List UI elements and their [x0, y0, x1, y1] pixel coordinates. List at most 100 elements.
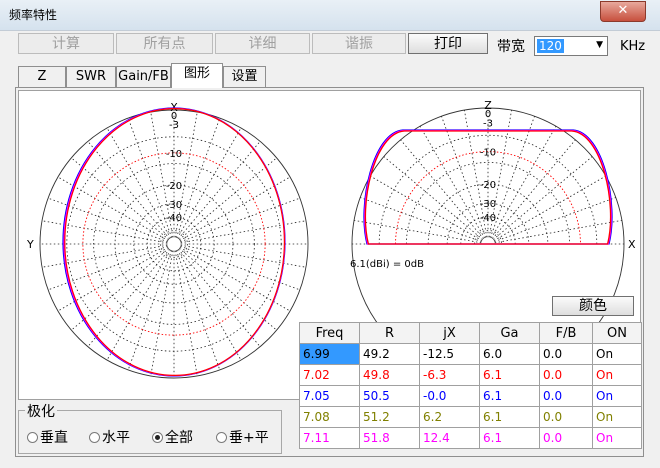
table-cell[interactable]: 0.0 — [539, 385, 593, 407]
bandwidth-select[interactable]: 120 ▼ — [534, 36, 608, 56]
table-cell[interactable]: 7.11 — [299, 427, 360, 449]
table-cell[interactable]: 6.0 — [479, 343, 540, 365]
table-cell[interactable]: 6.99 — [299, 343, 360, 365]
table-cell[interactable]: -12.5 — [419, 343, 480, 365]
ring-label: -3 — [483, 118, 493, 129]
table-cell[interactable]: 0.0 — [539, 343, 593, 365]
table-row[interactable]: 7.02 49.8 -6.3 6.1 0.0 On — [299, 364, 642, 386]
grid-spoke — [178, 157, 277, 240]
table-cell[interactable]: 6.1 — [479, 406, 540, 428]
table-cell[interactable]: 0.0 — [539, 406, 593, 428]
axis-label-z: Z — [484, 99, 492, 112]
polarization-label: 极化 — [25, 401, 57, 421]
radio-label: 垂+平 — [229, 430, 269, 446]
table-cell[interactable]: 49.8 — [359, 364, 420, 386]
table-cell[interactable]: 0.0 — [539, 364, 593, 386]
table-cell[interactable]: 12.4 — [419, 427, 480, 449]
radio-all[interactable]: 全部 — [152, 427, 193, 447]
grid-spoke — [106, 127, 171, 239]
radio-vertical-plus-horizontal[interactable]: 垂+平 — [216, 427, 269, 447]
ring-label: -30 — [166, 200, 182, 211]
radio-label: 全部 — [165, 430, 193, 446]
table-cell[interactable]: On — [592, 385, 642, 407]
polarization-group: 极化 垂直 水平 全部 垂+平 — [18, 401, 282, 454]
radio-indicator[interactable] — [152, 432, 163, 443]
column-header-on[interactable]: ON — [592, 322, 642, 344]
tab-z[interactable]: Z — [18, 66, 66, 87]
table-cell[interactable]: On — [592, 427, 642, 449]
column-header-freq[interactable]: Freq — [299, 322, 360, 344]
ring-label: -20 — [166, 181, 182, 192]
table-cell[interactable]: -0.0 — [419, 385, 480, 407]
grid-spoke — [494, 197, 616, 243]
ring-label: -3 — [169, 120, 179, 131]
grid-spoke — [175, 250, 221, 371]
ring-label: -40 — [166, 213, 182, 224]
table-cell[interactable]: On — [592, 343, 642, 365]
grid-spoke — [41, 220, 168, 244]
print-button[interactable]: 打印 — [408, 33, 488, 54]
all-points-button[interactable]: 所有点 — [116, 33, 213, 54]
ring-label: -40 — [480, 213, 496, 224]
table-cell[interactable]: 6.1 — [479, 385, 540, 407]
grid-ring — [160, 230, 188, 258]
close-button[interactable]: ✕ — [600, 1, 646, 22]
column-header-ga[interactable]: Ga — [479, 322, 540, 344]
grid-spoke — [178, 248, 277, 331]
table-cell[interactable]: 6.2 — [419, 406, 480, 428]
radio-vertical[interactable]: 垂直 — [27, 427, 68, 447]
grid-spoke — [175, 117, 221, 238]
radio-indicator[interactable] — [89, 432, 100, 443]
column-header-jx[interactable]: jX — [419, 322, 480, 344]
table-cell[interactable]: 7.05 — [299, 385, 360, 407]
calculate-button[interactable]: 计算 — [18, 33, 114, 54]
window-title: 频率特性 — [9, 8, 58, 22]
grid-spoke — [178, 141, 261, 240]
ring-label: -10 — [480, 148, 496, 159]
tab-settings[interactable]: 设置 — [223, 66, 266, 87]
table-cell[interactable]: 6.1 — [479, 427, 540, 449]
chevron-down-icon[interactable]: ▼ — [596, 40, 603, 50]
grid-spoke — [493, 175, 606, 241]
grid-spoke — [180, 197, 301, 243]
table-cell[interactable]: 51.8 — [359, 427, 420, 449]
table-row[interactable]: 6.99 49.2 -12.5 6.0 0.0 On — [299, 343, 642, 365]
table-cell[interactable]: 7.08 — [299, 406, 360, 428]
table-row[interactable]: 7.08 51.2 6.2 6.1 0.0 On — [299, 406, 642, 428]
radio-horizontal[interactable]: 水平 — [89, 427, 130, 447]
table-cell[interactable]: 50.5 — [359, 385, 420, 407]
table-cell[interactable]: 6.1 — [479, 364, 540, 386]
grid-spoke — [489, 116, 535, 238]
bandwidth-value: 120 — [537, 39, 564, 53]
table-cell[interactable]: On — [592, 364, 642, 386]
tab-swr[interactable]: SWR — [66, 66, 116, 87]
grid-spoke — [179, 176, 291, 241]
table-cell[interactable]: 51.2 — [359, 406, 420, 428]
bandwidth-label: 带宽 — [497, 39, 525, 55]
frequency-table: Freq RjX Ga F/B ON 6.99 49.2 -12.5 6.0 0.0 On 7.02… — [299, 322, 642, 449]
title-bar: 频率特性 ✕ — [0, 0, 660, 31]
table-cell[interactable]: 0.0 — [539, 427, 593, 449]
grid-spoke — [383, 156, 484, 240]
table-cell[interactable]: 49.2 — [359, 343, 420, 365]
grid-spoke — [177, 249, 242, 361]
radio-indicator[interactable] — [216, 432, 227, 443]
tab-graph[interactable]: 图形 — [171, 63, 223, 88]
grid-spoke — [41, 244, 168, 268]
tab-gain-fb[interactable]: Gain/FB — [116, 66, 171, 87]
column-header-r[interactable]: R — [359, 322, 420, 344]
color-button[interactable]: 颜色 — [552, 296, 634, 316]
resonance-button[interactable]: 谐振 — [312, 33, 406, 54]
table-cell[interactable]: 7.02 — [299, 364, 360, 386]
details-button[interactable]: 详细 — [215, 33, 310, 54]
table-row[interactable]: 7.11 51.8 12.4 6.1 0.0 On — [299, 427, 642, 449]
grid-spoke — [494, 219, 623, 244]
grid-spoke — [127, 250, 173, 371]
grid-spoke — [491, 126, 557, 239]
ring-label: -10 — [166, 149, 182, 160]
column-header-fb[interactable]: F/B — [539, 322, 593, 344]
table-cell[interactable]: -6.3 — [419, 364, 480, 386]
table-cell[interactable]: On — [592, 406, 642, 428]
radio-indicator[interactable] — [27, 432, 38, 443]
table-row[interactable]: 7.05 50.5 -0.0 6.1 0.0 On — [299, 385, 642, 407]
